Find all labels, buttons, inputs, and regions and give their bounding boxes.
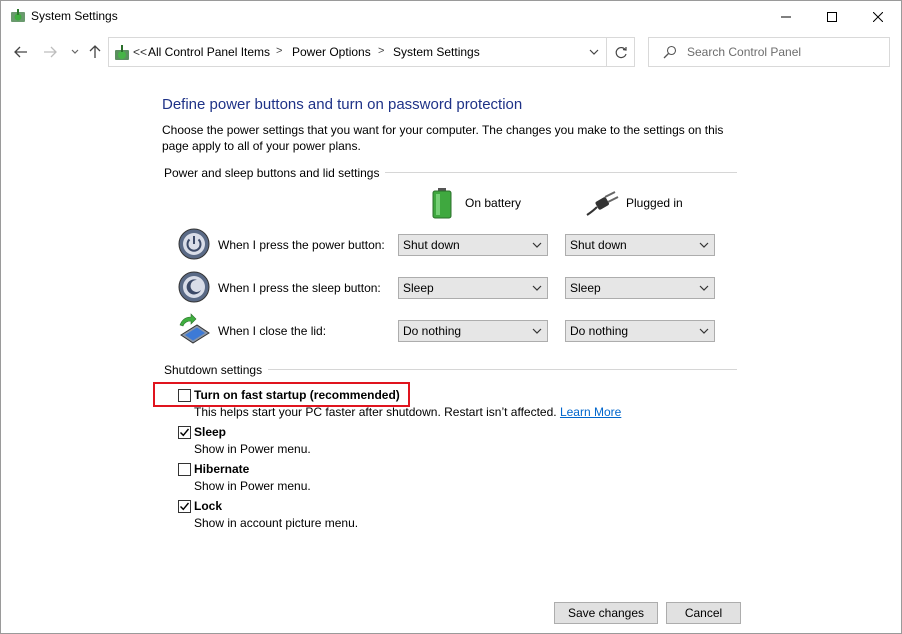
title-bar: System Settings: [1, 1, 901, 32]
navigation-bar: << All Control Panel Items > Power Optio…: [1, 32, 901, 72]
page-description: Choose the power settings that you want …: [162, 123, 724, 153]
checkmark-icon: [180, 428, 190, 437]
breadcrumb-separator-icon[interactable]: >: [276, 45, 282, 57]
chevron-down-icon: [71, 49, 79, 54]
refresh-button[interactable]: [612, 43, 630, 61]
address-divider: [606, 38, 607, 66]
address-dropdown-button[interactable]: [585, 43, 603, 61]
chevron-down-icon: [532, 328, 542, 334]
power-plug-icon: [585, 191, 621, 217]
hibernate-description: Show in Power menu.: [194, 479, 311, 493]
chevron-down-icon: [699, 328, 709, 334]
sleep-checkbox[interactable]: [178, 426, 191, 439]
close-button[interactable]: [855, 1, 901, 32]
lock-description: Show in account picture menu.: [194, 516, 359, 530]
search-icon: [663, 45, 677, 59]
learn-more-link[interactable]: Learn More: [560, 405, 621, 419]
hibernate-label[interactable]: Hibernate: [194, 462, 249, 476]
chevron-down-icon: [699, 285, 709, 291]
chevron-down-icon: [589, 49, 599, 55]
breadcrumb-all-control-panel-items[interactable]: All Control Panel Items: [148, 45, 270, 59]
checkmark-icon: [180, 502, 190, 511]
power-button-plugged-in-select[interactable]: Shut down: [565, 234, 715, 256]
arrow-left-icon: [14, 46, 27, 58]
lid-close-label: When I close the lid:: [218, 324, 327, 338]
cancel-button[interactable]: Cancel: [666, 602, 741, 624]
page-title: Define power buttons and turn on passwor…: [162, 96, 523, 113]
sleep-button-label: When I press the sleep button:: [218, 281, 381, 295]
sleep-label[interactable]: Sleep: [194, 425, 226, 439]
system-settings-window: System Settings << All Control Panel Ite…: [0, 0, 902, 634]
window-title: System Settings: [31, 9, 118, 23]
hibernate-checkbox[interactable]: [178, 463, 191, 476]
sleep-description: Show in Power menu.: [194, 442, 311, 456]
power-button-on-battery-select[interactable]: Shut down: [398, 234, 548, 256]
minimize-button[interactable]: [763, 1, 809, 32]
forward-button[interactable]: [40, 42, 60, 62]
power-section-label: Power and sleep buttons and lid settings: [164, 166, 386, 180]
arrow-right-icon: [44, 46, 57, 58]
power-options-app-icon: [10, 8, 26, 24]
search-box[interactable]: [648, 37, 890, 67]
chevron-down-icon: [532, 242, 542, 248]
lid-close-plugged-in-select[interactable]: Do nothing: [565, 320, 715, 342]
close-icon: [873, 11, 883, 22]
breadcrumb-system-settings[interactable]: System Settings: [393, 45, 480, 59]
maximize-button[interactable]: [809, 1, 855, 32]
power-button-label: When I press the power button:: [218, 238, 385, 252]
maximize-icon: [827, 11, 837, 22]
breadcrumb-overflow[interactable]: <<: [133, 45, 147, 59]
breadcrumb-power-options[interactable]: Power Options: [292, 45, 371, 59]
sleep-button-on-battery-select[interactable]: Sleep: [398, 277, 548, 299]
laptop-lid-icon: [177, 313, 211, 347]
sleep-button-plugged-in-select[interactable]: Sleep: [565, 277, 715, 299]
refresh-icon: [615, 46, 627, 58]
fast-startup-checkbox[interactable]: [178, 389, 191, 402]
sleep-button-icon: [177, 270, 211, 304]
fast-startup-label[interactable]: Turn on fast startup (recommended): [194, 388, 400, 402]
minimize-icon: [781, 16, 791, 17]
save-changes-button[interactable]: Save changes: [554, 602, 658, 624]
address-bar[interactable]: << All Control Panel Items > Power Optio…: [108, 37, 635, 67]
lock-checkbox[interactable]: [178, 500, 191, 513]
plugged-in-header: Plugged in: [626, 196, 683, 210]
lock-label[interactable]: Lock: [194, 499, 222, 513]
fast-startup-description: This helps start your PC faster after sh…: [194, 405, 622, 419]
arrow-up-icon: [89, 45, 101, 58]
power-button-icon: [177, 227, 211, 261]
control-panel-icon: [113, 44, 131, 62]
on-battery-header: On battery: [465, 196, 522, 210]
back-button[interactable]: [11, 42, 31, 62]
breadcrumb-separator-icon[interactable]: >: [378, 45, 384, 57]
up-button[interactable]: [85, 42, 105, 62]
chevron-down-icon: [532, 285, 542, 291]
shutdown-section-label: Shutdown settings: [164, 363, 269, 377]
search-input[interactable]: [687, 44, 877, 60]
chevron-down-icon: [699, 242, 709, 248]
battery-icon: [429, 187, 455, 219]
lid-close-on-battery-select[interactable]: Do nothing: [398, 320, 548, 342]
recent-locations-button[interactable]: [65, 42, 85, 62]
